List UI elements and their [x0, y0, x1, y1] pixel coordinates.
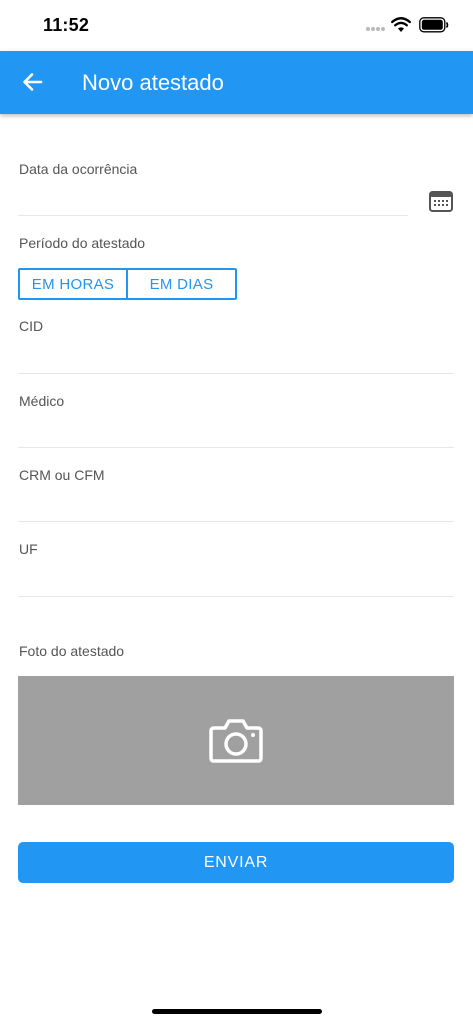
uf-field-label: UF — [19, 541, 38, 557]
camera-icon — [209, 719, 263, 763]
app-bar: Novo atestado — [0, 51, 473, 114]
uf-field-underline — [18, 596, 454, 597]
cid-field-label: CID — [19, 318, 44, 334]
battery-icon — [419, 17, 449, 33]
page-title: Novo atestado — [82, 70, 224, 95]
uf-field-input[interactable] — [18, 560, 454, 596]
signal-dots-icon — [366, 27, 386, 31]
status-bar: 11:52 — [0, 0, 473, 50]
period-option-hours[interactable]: EM HORAS — [20, 270, 128, 298]
date-field-underline — [18, 215, 408, 216]
date-field-label: Data da ocorrência — [19, 161, 138, 177]
cid-field-underline — [18, 373, 454, 374]
crm-field-input[interactable] — [18, 485, 454, 521]
period-option-days[interactable]: EM DIAS — [128, 270, 235, 298]
home-indicator[interactable] — [152, 1009, 322, 1014]
photo-upload-area[interactable] — [18, 676, 454, 805]
crm-field-label: CRM ou CFM — [19, 467, 105, 483]
calendar-icon[interactable] — [428, 189, 454, 215]
crm-field-underline — [18, 521, 454, 522]
date-field-input[interactable] — [18, 180, 408, 216]
period-field-label: Período do atestado — [19, 235, 146, 251]
status-time: 11:52 — [43, 15, 90, 35]
doctor-field-input[interactable] — [18, 411, 454, 447]
cid-field-input[interactable] — [18, 337, 454, 373]
photo-field-label: Foto do atestado — [19, 643, 125, 659]
doctor-field-label: Médico — [19, 393, 65, 409]
back-arrow-icon[interactable] — [20, 69, 46, 95]
submit-button[interactable]: ENVIAR — [18, 842, 454, 883]
wifi-icon — [391, 17, 411, 32]
doctor-field-underline — [18, 447, 454, 448]
period-segmented-control: EM HORAS EM DIAS — [18, 268, 237, 300]
